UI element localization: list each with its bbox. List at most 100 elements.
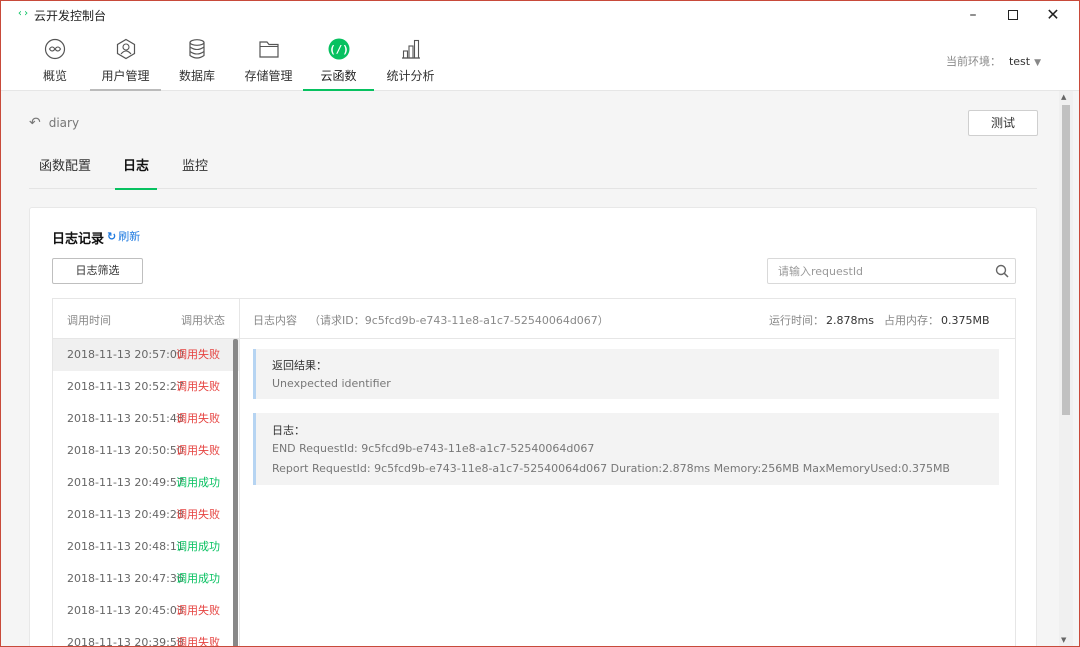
invocation-time: 2018-11-13 20:51:48	[67, 412, 184, 425]
folder-icon	[258, 41, 279, 58]
request-id-label: （请求ID：9c5fcd9b-e743-11e8-a1c7-52540064d0…	[309, 314, 609, 327]
scrollbar-thumb[interactable]	[1062, 105, 1070, 415]
memory-value: 0.375MB	[941, 314, 990, 327]
list-item[interactable]: 2018-11-13 20:50:50 调用失败	[53, 435, 239, 467]
log-output-block: 日志： END RequestId: 9c5fcd9b-e743-11e8-a1…	[253, 413, 999, 485]
list-item[interactable]: 2018-11-13 20:49:57 调用成功	[53, 467, 239, 499]
invocation-status: 调用失败	[176, 636, 220, 647]
invocation-time: 2018-11-13 20:39:58	[67, 636, 184, 647]
invocation-status: 调用成功	[176, 476, 220, 489]
maximize-button[interactable]	[993, 4, 1033, 26]
runtime-label: 运行时间：	[769, 314, 824, 327]
list-item[interactable]: 2018-11-13 20:51:48 调用失败	[53, 403, 239, 435]
runtime-value: 2.878ms	[826, 314, 874, 327]
test-button[interactable]: 测试	[968, 110, 1038, 136]
title-bar: ‹› 云开发控制台 – ✕	[1, 1, 1079, 29]
app-window: ‹› 云开发控制台 – ✕ 概览 用户管理 数据库 存储管理 (/) 云函数 统…	[0, 0, 1080, 647]
log-table: 调用时间 调用状态 日志内容 （请求ID：9c5fcd9b-e743-11e8-a…	[52, 298, 1016, 647]
invocation-time: 2018-11-13 20:47:36	[67, 572, 184, 585]
toolbar-label: 数据库	[178, 69, 215, 83]
invocation-time: 2018-11-13 20:49:57	[67, 476, 184, 489]
toolbar-item-cloud-functions[interactable]: (/) 云函数	[303, 29, 374, 91]
overview-icon	[44, 38, 66, 60]
list-item[interactable]: 2018-11-13 20:52:27 调用失败	[53, 371, 239, 403]
maximize-icon	[1008, 10, 1018, 20]
tab-label: 函数配置	[39, 159, 92, 174]
log-line: END RequestId: 9c5fcd9b-e743-11e8-a1c7-5…	[272, 442, 595, 455]
tab-logs[interactable]: 日志	[115, 155, 157, 190]
environment-selector[interactable]: 当前环境： test ▼	[946, 53, 1041, 69]
column-header-time: 调用时间	[67, 314, 111, 327]
invocation-time: 2018-11-13 20:49:28	[67, 508, 184, 521]
environment-label: 当前环境：	[945, 55, 1001, 68]
result-title: 返回结果：	[272, 359, 327, 372]
runtime-info: 运行时间： 2.878ms	[769, 312, 874, 328]
window-scrollbar[interactable]: ▲ ▼	[1059, 91, 1073, 646]
request-id-search	[767, 258, 1016, 284]
invocation-status: 调用失败	[176, 412, 220, 425]
log-card: 日志记录 ↻刷新 日志筛选 调用时间 调用状态 日志内容 （请求ID：9c5fcd…	[29, 207, 1037, 647]
tab-config[interactable]: 函数配置	[39, 155, 91, 189]
minimize-button[interactable]: –	[953, 4, 993, 26]
list-item[interactable]: 2018-11-13 20:45:03 调用失败	[53, 595, 239, 627]
toolbar-label: 存储管理	[244, 69, 293, 83]
tab-monitor[interactable]: 监控	[181, 155, 209, 189]
invocation-time: 2018-11-13 20:57:00	[67, 348, 184, 361]
list-item[interactable]: 2018-11-13 20:49:28 调用失败	[53, 499, 239, 531]
invocation-status: 调用失败	[176, 604, 220, 617]
column-header-content: 日志内容 （请求ID：9c5fcd9b-e743-11e8-a1c7-525400…	[253, 312, 609, 328]
result-block: 返回结果： Unexpected identifier	[253, 349, 999, 399]
invocation-status: 调用成功	[176, 572, 220, 585]
toolbar-label: 统计分析	[386, 69, 435, 83]
invocation-time: 2018-11-13 20:50:50	[67, 444, 184, 457]
tab-label: 监控	[181, 159, 208, 174]
invocation-list: 2018-11-13 20:57:00 调用失败 2018-11-13 20:52:…	[53, 339, 239, 647]
close-button[interactable]: ✕	[1033, 4, 1073, 26]
invocation-status: 调用失败	[176, 444, 220, 457]
invocation-time: 2018-11-13 20:48:11	[67, 540, 184, 553]
memory-label: 占用内存：	[884, 314, 939, 327]
refresh-icon: ↻	[107, 230, 117, 243]
refresh-link[interactable]: ↻ 刷新	[107, 228, 140, 244]
invocation-status: 调用失败	[176, 380, 220, 393]
invocation-time: 2018-11-13 20:45:03	[67, 604, 184, 617]
toolbar-item-overview[interactable]: 概览	[35, 29, 75, 91]
list-item[interactable]: 2018-11-13 20:57:00 调用失败	[53, 339, 239, 371]
list-scrollbar[interactable]	[233, 339, 238, 646]
svg-text:(/): (/)	[329, 43, 349, 56]
list-item[interactable]: 2018-11-13 20:48:11 调用成功	[53, 531, 239, 563]
log-table-header: 调用时间 调用状态 日志内容 （请求ID：9c5fcd9b-e743-11e8-a…	[53, 299, 1015, 339]
breadcrumb[interactable]: ↶ diary	[29, 115, 79, 131]
function-name: diary	[48, 116, 80, 130]
list-item[interactable]: 2018-11-13 20:39:58 调用失败	[53, 627, 239, 647]
column-header-status: 调用状态	[181, 314, 225, 327]
scroll-up-icon[interactable]: ▲	[1061, 93, 1066, 101]
toolbar-item-database[interactable]: 数据库	[175, 29, 219, 91]
log-card-title: 日志记录	[52, 232, 105, 247]
cloud-function-icon: (/)	[328, 38, 349, 60]
request-id-input[interactable]	[768, 259, 988, 283]
function-tabs: 函数配置 日志 监控	[29, 143, 1037, 190]
window-title: 云开发控制台	[34, 9, 107, 23]
refresh-label: 刷新	[118, 230, 141, 243]
main-content: ↶ diary 测试 函数配置 日志 监控 日志记录 ↻刷新 日志筛选 调用时间	[9, 91, 1057, 647]
toolbar-item-storage[interactable]: 存储管理	[241, 29, 296, 91]
tab-label: 日志	[122, 159, 149, 174]
log-line: Report RequestId: 9c5fcd9b-e743-11e8-a1c…	[272, 462, 950, 475]
invocation-time: 2018-11-13 20:52:27	[67, 380, 184, 393]
invocation-status: 调用失败	[176, 348, 220, 361]
log-filter-button[interactable]: 日志筛选	[52, 258, 143, 284]
invocation-status: 调用失败	[176, 508, 220, 521]
toolbar-item-analytics[interactable]: 统计分析	[383, 29, 438, 91]
toolbar-label: 云函数	[320, 69, 357, 83]
database-icon	[189, 39, 205, 59]
list-item[interactable]: 2018-11-13 20:47:36 调用成功	[53, 563, 239, 595]
toolbar-label: 用户管理	[101, 69, 150, 83]
toolbar-item-users[interactable]: 用户管理	[90, 29, 161, 91]
back-arrow-icon: ↶	[29, 115, 41, 131]
search-icon[interactable]	[995, 264, 1009, 278]
scroll-down-icon[interactable]: ▼	[1061, 636, 1066, 644]
invocation-status: 调用成功	[176, 540, 220, 553]
column-divider	[239, 299, 240, 646]
caret-down-icon: ▼	[1034, 58, 1041, 68]
